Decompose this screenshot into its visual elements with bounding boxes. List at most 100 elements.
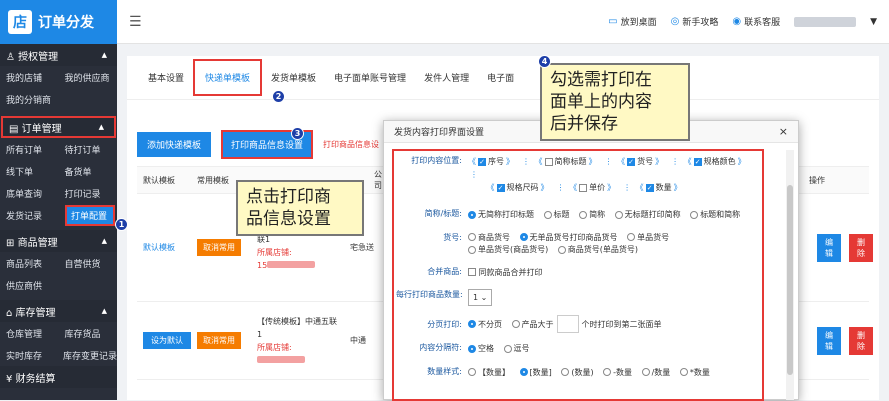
sidebar-item[interactable]: 线下单 bbox=[0, 165, 59, 178]
print-item-title[interactable]: 《简称标题》 bbox=[535, 155, 597, 168]
sidebar-item[interactable]: 底单查询 bbox=[0, 187, 59, 200]
scroll-thumb[interactable] bbox=[787, 185, 793, 375]
title-row: 简称/标题: 无简称打印标题 标题 简称 无标题打印简称 标题和简称 bbox=[424, 208, 741, 221]
set-default-button[interactable]: 设为默认 bbox=[143, 332, 191, 349]
callout-click-print-info: 点击打印商 品信息设置 bbox=[236, 180, 364, 236]
tab-express-template[interactable]: 快递单模板 bbox=[193, 59, 263, 96]
print-position-row: 打印内容位置: 《 ✓ 序号》 ⋮ 《简称标题》 ⋮ 《 ✓ 货号》 ⋮ 《 ✓ 规格颜色》 ⋮ 《… bbox=[411, 155, 746, 194]
print-item-price[interactable]: 《单价》 bbox=[569, 181, 615, 194]
sidebar-item[interactable]: 仓库管理 bbox=[0, 327, 59, 340]
modal-title: 发货内容打印界面设置 bbox=[394, 128, 485, 138]
user-name[interactable] bbox=[794, 16, 857, 27]
sidebar-item[interactable]: 待打订单 bbox=[59, 143, 118, 156]
sep-opt[interactable]: 逗号 bbox=[503, 342, 530, 355]
delete-button[interactable]: 删除 bbox=[849, 326, 873, 355]
section-auth[interactable]: ♙ 授权管理 ▲ bbox=[0, 44, 117, 66]
sidebar: 店 订单分发 ♙ 授权管理 ▲ 我的店铺 我的供应商 我的分销商 ▤ 订单管理 ▲ 所… bbox=[0, 0, 117, 400]
brand-name: 订单分发 bbox=[38, 15, 94, 31]
delete-button[interactable]: 删除 bbox=[849, 233, 873, 262]
qty-opt[interactable]: *数量 bbox=[679, 366, 710, 379]
title-opt[interactable]: 无简称打印标题 bbox=[468, 208, 534, 221]
desktop-link[interactable]: ▭ 放到桌面 bbox=[608, 15, 656, 28]
paging-count-input[interactable] bbox=[556, 315, 579, 333]
sidebar-item-print-config[interactable]: 打单配置 bbox=[65, 204, 115, 226]
tab-sender[interactable]: 发件人管理 bbox=[415, 65, 478, 90]
monitor-icon: ▭ bbox=[608, 16, 618, 27]
add-template-button[interactable]: 添加快递模板 bbox=[137, 132, 212, 157]
tab-ewaybill-account[interactable]: 电子面单账号管理 bbox=[325, 65, 415, 90]
close-icon[interactable]: × bbox=[779, 125, 788, 138]
merge-row: 合并商品: 同款商品合并打印 bbox=[427, 266, 543, 279]
print-item-qty[interactable]: 《 ✓ 数量》 bbox=[636, 181, 682, 194]
default-template-link[interactable]: 默认模板 bbox=[137, 242, 197, 253]
support-link[interactable]: ◉ 联系客服 bbox=[732, 15, 780, 28]
paging-opt[interactable]: 产品大于 个时打印到第二张面单 bbox=[511, 315, 662, 333]
sidebar-item[interactable]: 库存变更记录 bbox=[57, 349, 117, 362]
qty-opt[interactable]: -数量 bbox=[603, 366, 632, 379]
chevron-down-icon[interactable]: ▼ bbox=[870, 17, 877, 27]
section-products[interactable]: ⊞ 商品管理 ▲ bbox=[0, 230, 117, 252]
section-inventory[interactable]: ⌂ 库存管理 ▲ bbox=[0, 300, 117, 322]
title-opt[interactable]: 简称 bbox=[579, 208, 605, 221]
sidebar-item[interactable]: 自营供货 bbox=[59, 257, 118, 270]
sku-opt[interactable]: 无单品货号打印商品货号 bbox=[519, 232, 618, 243]
sidebar-item[interactable]: 我的店铺 bbox=[0, 71, 59, 84]
tab-delivery-template[interactable]: 发货单模板 bbox=[262, 65, 325, 90]
sidebar-item[interactable]: 实时库存 bbox=[0, 349, 57, 362]
print-item-sku[interactable]: 《 ✓ 货号》 bbox=[617, 155, 663, 168]
edit-button[interactable]: 编辑 bbox=[817, 233, 841, 262]
tab-basic[interactable]: 基本设置 bbox=[139, 65, 193, 90]
sku-opt[interactable]: 单品货号(商品货号) bbox=[468, 244, 548, 255]
menu-icon[interactable]: ☰ bbox=[129, 14, 142, 30]
title-opt[interactable]: 标题 bbox=[543, 208, 570, 221]
home-icon: ⌂ bbox=[6, 307, 13, 319]
print-item-size[interactable]: 《 ✓ 规格尺码》 bbox=[487, 181, 549, 194]
separator-row: 内容分隔符: 空格 逗号 bbox=[419, 342, 530, 355]
qty-opt[interactable]: [数量] bbox=[519, 366, 552, 379]
cancel-common-button[interactable]: 取消常用 bbox=[197, 239, 241, 256]
sku-opt[interactable]: 商品货号(单品货号) bbox=[557, 244, 638, 255]
sku-row: 货号: 商品货号 无单品货号打印商品货号 单品货号 单品货号(商品货号) 商品货… bbox=[443, 232, 670, 255]
section-finance[interactable]: ¥ 财务结算 bbox=[0, 366, 117, 388]
perrow-row: 每行打印商品数量: 1 ⌄ bbox=[396, 289, 760, 306]
sidebar-item[interactable]: 备货单 bbox=[59, 165, 118, 178]
merge-checkbox[interactable]: 同款商品合并打印 bbox=[468, 266, 543, 279]
tab-bar: 基本设置 快递单模板 发货单模板 电子面单账号管理 发件人管理 电子面 bbox=[127, 56, 879, 100]
sidebar-item[interactable]: 打印记录 bbox=[59, 187, 118, 200]
step-badge-1: 1 bbox=[115, 218, 128, 231]
qty-opt[interactable]: 【数量】 bbox=[468, 366, 510, 379]
print-item-index[interactable]: 《 ✓ 序号》 bbox=[468, 155, 514, 168]
title-opt[interactable]: 标题和简称 bbox=[690, 208, 740, 221]
section-orders[interactable]: ▤ 订单管理 ▲ bbox=[1, 116, 116, 138]
cancel-common-button[interactable]: 取消常用 bbox=[197, 332, 241, 349]
modal-scrollbar[interactable] bbox=[786, 150, 794, 400]
paging-row: 分页打印: 不分页 产品大于 个时打印到第二张面单 bbox=[396, 315, 760, 333]
compass-icon: ◎ bbox=[670, 16, 680, 27]
print-item-color[interactable]: 《 ✓ 规格颜色》 bbox=[684, 155, 746, 168]
brand: 店 订单分发 bbox=[0, 0, 117, 44]
grid-icon: ⊞ bbox=[6, 237, 15, 249]
qty-opt[interactable]: /数量 bbox=[641, 366, 670, 379]
sidebar-item[interactable]: 发货记录 bbox=[0, 209, 65, 222]
qty-opt[interactable]: (数量) bbox=[561, 366, 594, 379]
sku-opt[interactable]: 单品货号 bbox=[627, 232, 669, 243]
sku-opt[interactable]: 商品货号 bbox=[468, 232, 510, 243]
chevron-down-icon: ⌄ bbox=[480, 293, 488, 302]
sidebar-item[interactable]: 我的分销商 bbox=[0, 93, 117, 106]
title-opt[interactable]: 无标题打印简称 bbox=[614, 208, 681, 221]
sidebar-item[interactable]: 所有订单 bbox=[0, 143, 59, 156]
sidebar-item[interactable]: 供应商供 bbox=[0, 279, 117, 292]
perrow-select[interactable]: 1 ⌄ bbox=[468, 289, 493, 306]
guide-link[interactable]: ◎ 新手攻略 bbox=[671, 15, 719, 28]
sidebar-item[interactable]: 我的供应商 bbox=[59, 71, 118, 84]
paging-opt[interactable]: 不分页 bbox=[468, 318, 502, 331]
sidebar-item[interactable]: 商品列表 bbox=[0, 257, 59, 270]
edit-button[interactable]: 编辑 bbox=[817, 326, 841, 355]
modal-form: 打印内容位置: 《 ✓ 序号》 ⋮ 《简称标题》 ⋮ 《 ✓ 货号》 ⋮ 《 ✓ 规格颜色》 ⋮ 《… bbox=[392, 149, 764, 401]
yen-icon: ¥ bbox=[6, 373, 13, 385]
step-badge-4: 4 bbox=[538, 55, 551, 68]
hint-text: 打印商品信息设 bbox=[323, 140, 380, 149]
sep-opt[interactable]: 空格 bbox=[468, 342, 494, 355]
sidebar-item[interactable]: 库存货品 bbox=[59, 327, 118, 340]
tab-ewaybill[interactable]: 电子面 bbox=[478, 65, 523, 90]
